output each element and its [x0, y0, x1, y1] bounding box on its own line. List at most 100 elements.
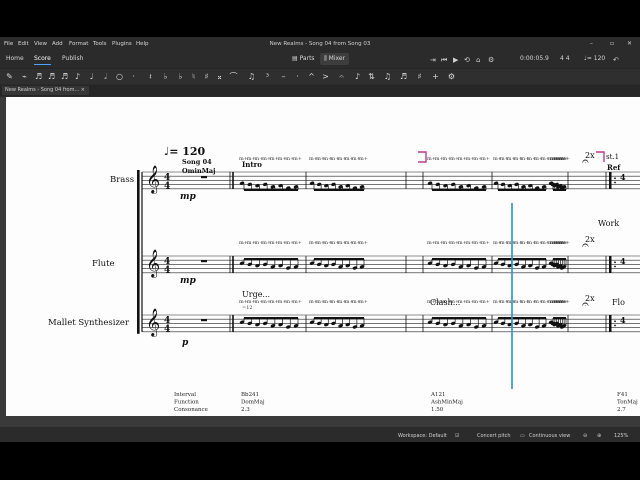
- note-beam: [432, 258, 486, 260]
- score-svg: 𝄞 44m+m+m+m+m+m+m+m+ m+m+m+m+m+m+m+m+ m+m+m…: [48, 145, 640, 413]
- beam-start-icon[interactable]: ♬: [398, 71, 409, 82]
- fermata-icon[interactable]: 𝄐: [336, 71, 347, 82]
- repeat-end-marker: [596, 151, 605, 162]
- sixteenth-note-icon[interactable]: ♬: [59, 71, 70, 82]
- note-beam: [432, 317, 486, 319]
- score-page[interactable]: 𝄞 4 4 m+ m+ m+ m+ m+ m+ m+ m+ m+ m+ m+ m+ m+ m+ m+ m+ m+ m+ m…: [6, 97, 640, 416]
- tenuto-icon[interactable]: –: [278, 71, 289, 82]
- voice-tool-icon[interactable]: ⌁: [19, 71, 30, 82]
- grace-note-icon[interactable]: ♪: [352, 71, 363, 82]
- eighth-note-icon[interactable]: ♪: [72, 71, 83, 82]
- close-icon[interactable]: ✕: [627, 40, 632, 47]
- analysis-col1-0: Bb241: [241, 392, 259, 398]
- analysis-col3-0: F41: [617, 392, 628, 398]
- flat-icon[interactable]: ♭: [160, 71, 171, 82]
- thirtysecond-note-icon[interactable]: ♬: [46, 71, 57, 82]
- tab-publish[interactable]: Publish: [62, 54, 83, 64]
- loop-icon[interactable]: ⟲: [464, 55, 470, 65]
- treble-clef-icon: 𝄞: [146, 308, 160, 337]
- articulation-mark: m+: [359, 156, 368, 162]
- double-flat-icon[interactable]: ♭: [175, 71, 186, 82]
- analysis-col2-2: 1.50: [431, 407, 444, 413]
- repeat-dot: [614, 265, 616, 268]
- staccato-icon[interactable]: ·: [292, 71, 303, 82]
- concert-pitch-checkbox-icon[interactable]: ☑: [455, 433, 459, 439]
- analysis-header-2: Consonance: [174, 407, 208, 413]
- rest-icon[interactable]: 𝄽: [145, 71, 156, 82]
- score-canvas[interactable]: 𝄞 4 4 m+ m+ m+ m+ m+ m+ m+ m+ m+ m+ m+ m+ m+ m+ m+ m+ m+ m+ m…: [0, 97, 640, 427]
- note-beam: [498, 258, 546, 260]
- whole-rest: [201, 319, 207, 322]
- staff-text-st1: st.1: [606, 153, 619, 161]
- tab-score[interactable]: Score: [34, 54, 51, 65]
- note-beam: [553, 189, 566, 191]
- articulation-mark: m+: [561, 299, 570, 305]
- note-beam: [314, 258, 364, 260]
- section-label-ref: Ref: [607, 163, 621, 172]
- song-title-line1: Song 04: [182, 158, 212, 166]
- tab-home[interactable]: Home: [6, 54, 24, 64]
- quarter-note-icon[interactable]: ♩: [86, 71, 97, 82]
- staff-text-work: Work: [598, 219, 619, 228]
- whole-note-icon[interactable]: ○: [114, 71, 125, 82]
- main-toolbar: Home Score Publish ▤ Parts ⫼ Mixer ⇥ ⏮ ▶…: [0, 51, 640, 67]
- note-beam: [244, 258, 298, 260]
- analysis-col1-2: 2.3: [241, 407, 250, 413]
- view-mode-dropdown[interactable]: Continuous view: [529, 433, 570, 439]
- workspace-selector[interactable]: Workspace: Default: [398, 433, 447, 439]
- concert-pitch-toggle[interactable]: Concert pitch: [477, 433, 511, 439]
- playback-settings-icon[interactable]: ⚙: [488, 55, 494, 65]
- repeat-count-label: 2x: [585, 235, 595, 244]
- sixtyfourth-note-icon[interactable]: ♬: [33, 71, 44, 82]
- instrument-name-0: Brass: [110, 175, 134, 185]
- minimize-icon[interactable]: –: [590, 40, 593, 47]
- maximize-icon[interactable]: ▫: [610, 40, 614, 47]
- tuplet-icon[interactable]: ³: [262, 71, 273, 82]
- parts-button[interactable]: ▤ Parts: [288, 53, 319, 65]
- play-icon[interactable]: ▶: [453, 55, 458, 65]
- accent-icon[interactable]: >: [320, 71, 331, 82]
- close-tab-icon[interactable]: ×: [81, 86, 85, 95]
- sharp-icon[interactable]: ♯: [201, 71, 212, 82]
- staff-text-eq12: =12: [242, 305, 253, 311]
- window-title: New Realms - Song 04 from Song 03: [269, 41, 371, 47]
- treble-clef-icon: 𝄞: [146, 249, 160, 278]
- articulation-mark: m+: [293, 240, 302, 246]
- cross-staff-icon[interactable]: ♯: [414, 71, 425, 82]
- slur-icon[interactable]: ♫: [246, 71, 257, 82]
- double-sharp-icon[interactable]: 𝄪: [214, 71, 225, 82]
- dynamic-brass: mp: [180, 192, 197, 202]
- tie-icon[interactable]: ⌒: [228, 71, 239, 82]
- mixer-button[interactable]: ⫼ Mixer: [320, 53, 350, 65]
- undo-icon[interactable]: ↶: [613, 55, 619, 65]
- add-icon[interactable]: +: [430, 71, 441, 82]
- customize-toolbar-icon[interactable]: ⚙: [446, 71, 457, 82]
- playback-time: 0:00:05.9: [520, 55, 549, 62]
- rewind-icon[interactable]: ⏮: [441, 55, 447, 65]
- zoom-level[interactable]: 125%: [614, 433, 628, 439]
- note-input-pen-icon[interactable]: ✎: [4, 71, 15, 82]
- flip-direction-icon[interactable]: ⇅: [366, 71, 377, 82]
- loop-in-icon[interactable]: ⇥: [430, 55, 436, 65]
- augmentation-dot-icon[interactable]: ·: [128, 71, 139, 82]
- menu-bar: File Edit View Add Format Tools Plugins …: [0, 37, 640, 51]
- tempo-marking: ♩= 120: [164, 145, 206, 158]
- beam-icon[interactable]: ♫: [382, 71, 393, 82]
- half-note-icon[interactable]: 𝅗𝅥: [100, 71, 111, 82]
- document-tab[interactable]: New Realms - Song 04 from... ×: [2, 86, 89, 95]
- analysis-col3-1: TonMaj: [617, 400, 638, 406]
- staff-text-clash: Clash...: [430, 298, 460, 307]
- tempo-readout: ♩= 120: [584, 55, 606, 62]
- time-signature-top: 4: [620, 256, 626, 266]
- note-beam: [432, 189, 486, 191]
- analysis-col1-1: DomMaj: [241, 400, 265, 406]
- marcato-icon[interactable]: ^: [306, 71, 317, 82]
- natural-icon[interactable]: ♮: [188, 71, 199, 82]
- zoom-out-icon[interactable]: ⊖: [583, 433, 587, 439]
- instrument-name-2: Mallet Synthesizer: [48, 318, 130, 328]
- zoom-in-icon[interactable]: ⊕: [597, 433, 601, 439]
- metronome-icon[interactable]: ⌂: [476, 55, 480, 65]
- repeat-count-label: 2x: [585, 151, 595, 160]
- note-beam: [553, 258, 566, 260]
- analysis-col2-0: A121: [430, 392, 445, 398]
